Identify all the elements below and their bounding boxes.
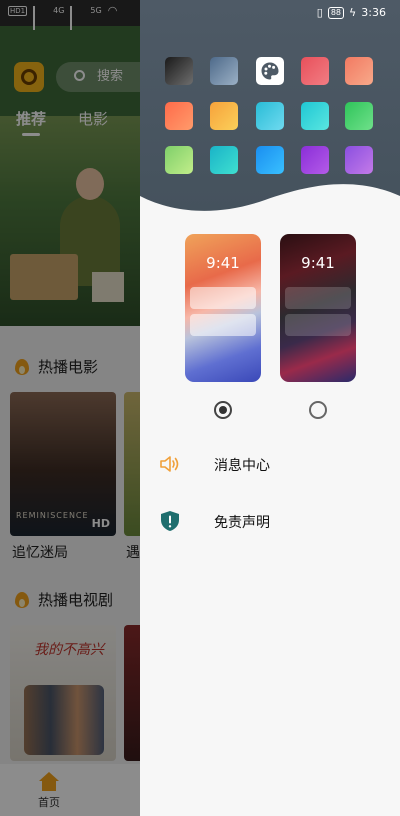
- preview-card: [190, 314, 256, 336]
- preview-card: [285, 314, 351, 336]
- preview-card: [285, 287, 351, 309]
- theme-swatch-red[interactable]: [301, 57, 329, 85]
- wallpaper-light-radio[interactable]: [214, 401, 232, 419]
- speaker-icon: [160, 456, 179, 472]
- theme-swatch-purple[interactable]: [301, 146, 329, 174]
- wallpaper-light-preview[interactable]: 9:41: [185, 234, 261, 382]
- wallpaper-dark-radio[interactable]: [309, 401, 327, 419]
- custom-theme-swatch[interactable]: [256, 57, 284, 85]
- theme-swatch-violet[interactable]: [345, 146, 373, 174]
- shield-icon: [161, 511, 179, 531]
- theme-swatch-lime[interactable]: [165, 146, 193, 174]
- theme-swatch-teal[interactable]: [301, 102, 329, 130]
- battery-icon: 88: [327, 6, 345, 19]
- preview-time: 9:41: [301, 254, 335, 272]
- menu-label: 消息中心: [214, 458, 270, 474]
- clock: 3:36: [361, 6, 386, 19]
- theme-swatch-green[interactable]: [345, 102, 373, 130]
- theme-swatch-steel[interactable]: [210, 57, 238, 85]
- charging-icon: ϟ: [349, 6, 357, 19]
- theme-swatch-amber[interactable]: [210, 102, 238, 130]
- palette-icon: [261, 62, 279, 80]
- theme-swatch-cyan[interactable]: [256, 102, 284, 130]
- theme-swatch-orange-red[interactable]: [165, 102, 193, 130]
- menu-label: 免责声明: [214, 515, 270, 531]
- preview-time: 9:41: [206, 254, 240, 272]
- theme-swatch-black[interactable]: [165, 57, 193, 85]
- theme-swatch-salmon[interactable]: [345, 57, 373, 85]
- side-drawer: ▯ 88 ϟ 3:36 9:41 9:41 消息中心 免责声明: [140, 0, 400, 816]
- theme-swatch-aqua[interactable]: [210, 146, 238, 174]
- theme-swatch-blue[interactable]: [256, 146, 284, 174]
- status-bar-right: ▯ 88 ϟ 3:36: [317, 6, 386, 19]
- menu-item-disclaimer[interactable]: 免责声明: [140, 501, 400, 541]
- preview-card: [190, 287, 256, 309]
- vibrate-icon: ▯: [316, 6, 323, 19]
- wallpaper-dark-preview[interactable]: 9:41: [280, 234, 356, 382]
- menu-item-message-center[interactable]: 消息中心: [140, 444, 400, 484]
